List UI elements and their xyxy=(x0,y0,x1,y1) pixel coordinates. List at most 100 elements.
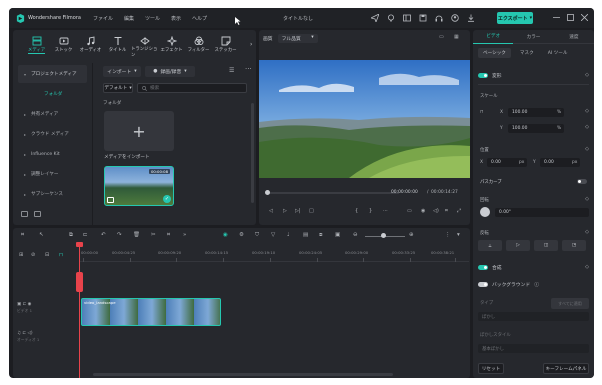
next-frame-icon[interactable]: ▷| xyxy=(295,208,301,214)
tool-transitions[interactable]: トランジション xyxy=(131,32,158,58)
quality-dropdown[interactable]: フル品質 ▾ xyxy=(277,34,318,43)
prev-frame-icon[interactable]: ◁ xyxy=(269,208,273,214)
minimize-icon[interactable] xyxy=(551,12,561,22)
subtitle-icon[interactable]: ▤ xyxy=(303,232,308,238)
shield-icon[interactable]: ⛉ xyxy=(255,232,259,239)
scale-y-field[interactable]: 100.00 xyxy=(508,124,564,133)
zoom-out-icon[interactable]: ⊖ xyxy=(353,232,358,238)
grid-icon[interactable]: ▦ xyxy=(454,34,459,40)
redo-icon[interactable]: ↷ xyxy=(117,232,122,238)
media-scrollbar[interactable] xyxy=(251,103,254,203)
transform-toggle[interactable] xyxy=(478,73,488,78)
sidebar-item-shared-media[interactable]: ▸ 共有メディア xyxy=(18,105,87,123)
keyframe-icon[interactable]: ◇ xyxy=(585,72,589,78)
display-icon[interactable]: ▭ xyxy=(407,208,412,214)
search-input[interactable]: 検索 xyxy=(137,83,247,93)
snapshot-icon[interactable]: ▣ xyxy=(335,232,340,238)
mark-in-icon[interactable]: { xyxy=(355,208,358,214)
menu-view[interactable]: 表示 xyxy=(171,15,181,22)
crop-icon[interactable]: ⌗ xyxy=(167,232,170,239)
crop-icon[interactable]: ⌗ xyxy=(445,208,448,214)
zoom-in-icon[interactable]: ⊕ xyxy=(409,232,414,238)
snap-icon[interactable]: ⊟ xyxy=(45,252,49,258)
image-icon[interactable]: ▭ xyxy=(439,34,444,40)
settings-icon[interactable]: ⚙ xyxy=(239,232,244,238)
tab-color[interactable]: カラー xyxy=(513,34,553,40)
sidebar-folder[interactable]: フォルダ xyxy=(18,85,87,103)
tool-stickers[interactable]: ステッカー xyxy=(212,32,239,58)
keyframe-icon[interactable]: ◇ xyxy=(585,124,589,130)
composite-toggle[interactable] xyxy=(478,265,488,270)
keyframe-icon[interactable]: ◇ xyxy=(585,229,589,235)
subtab-mask[interactable]: マスク xyxy=(515,48,539,58)
maximize-icon[interactable] xyxy=(565,12,575,22)
link-clips-icon[interactable]: ⊘ xyxy=(31,252,35,258)
subtab-basic[interactable]: ベーシック xyxy=(478,48,511,58)
headset-icon[interactable] xyxy=(435,13,443,22)
track-menu-icon[interactable]: ⋮ xyxy=(445,232,451,238)
track-lock-icon[interactable]: ⊏ xyxy=(23,302,27,307)
add-track-icon[interactable]: ⊞ xyxy=(19,252,23,258)
bulb-icon[interactable] xyxy=(387,13,395,22)
menu-tools[interactable]: ツール xyxy=(145,15,160,22)
time-ruler[interactable]: 00:00:00 00:00:04:25 00:00:09:20 00:00:1… xyxy=(79,248,469,262)
multi-track-icon[interactable]: ⧉ xyxy=(69,232,73,239)
rotate-left-button[interactable]: ◫ xyxy=(534,240,558,251)
blur-style-dropdown[interactable]: 基本ぼかし xyxy=(478,344,589,353)
keyframe-icon[interactable]: ◇ xyxy=(585,196,589,202)
playhead[interactable] xyxy=(76,242,83,378)
folder-icon[interactable] xyxy=(34,211,41,217)
volume-icon[interactable]: ◁) xyxy=(433,208,439,214)
sort-dropdown[interactable]: デフォルト ▾ xyxy=(103,83,133,93)
video-clip[interactable]: video_landscape xyxy=(81,298,221,326)
keyframe-icon[interactable]: ◇ xyxy=(585,146,589,152)
tool-filters[interactable]: フィルター xyxy=(185,32,212,58)
import-button[interactable]: インポート ▾ xyxy=(103,66,141,77)
layout-grid-icon[interactable]: ⌗ xyxy=(21,232,24,239)
mute-icon[interactable]: ◁) xyxy=(27,331,32,336)
import-media-card[interactable]: + xyxy=(104,111,174,151)
download-icon[interactable] xyxy=(467,13,475,22)
flip-horizontal-button[interactable]: ⟂ xyxy=(478,240,502,251)
chevron-right-icon[interactable]: › xyxy=(250,41,252,48)
background-toggle[interactable] xyxy=(478,282,488,287)
sidebar-item-cloud-media[interactable]: ▸ クラウド メディア xyxy=(18,125,87,143)
tab-video[interactable]: ビデオ xyxy=(473,30,514,44)
filter-list-icon[interactable]: ☰ xyxy=(229,67,234,74)
rotate-right-button[interactable]: ◳ xyxy=(562,240,586,251)
reset-button[interactable]: リセット xyxy=(478,363,504,374)
timeline-scrollbar[interactable] xyxy=(93,373,393,376)
auto-ripple-icon[interactable]: ◉ xyxy=(223,232,228,238)
type-dropdown[interactable]: ぼかし xyxy=(478,312,589,321)
account-icon[interactable] xyxy=(451,13,459,22)
scrubber-handle[interactable] xyxy=(265,190,270,195)
sidebar-item-influence-kit[interactable]: ▸ Influence Kit xyxy=(18,145,87,163)
scale-x-field[interactable]: 100.00 xyxy=(508,108,564,117)
chevron-down-icon[interactable]: ▾ xyxy=(457,232,460,238)
zoom-slider-handle[interactable] xyxy=(381,233,386,238)
stop-icon[interactable]: □ xyxy=(309,208,314,214)
menu-help[interactable]: ヘルプ xyxy=(192,15,207,22)
play-icon[interactable]: ▷ xyxy=(283,208,287,214)
fullscreen-icon[interactable]: ⤢ xyxy=(457,208,461,214)
keyframe-icon[interactable]: ◇ xyxy=(585,108,589,114)
layout-icon[interactable] xyxy=(403,13,411,22)
snapshot-icon[interactable]: ◉ xyxy=(421,208,425,214)
path-curve-toggle[interactable] xyxy=(577,179,587,184)
tool-audio[interactable]: オーディオ xyxy=(77,32,104,58)
keyframe-panel-button[interactable]: キーフレームパネル xyxy=(543,363,589,374)
layers-icon[interactable]: ⧈ xyxy=(319,232,323,239)
marker-icon[interactable]: ▽ xyxy=(271,232,275,238)
more-tools-icon[interactable]: » xyxy=(183,232,186,238)
menu-edit[interactable]: 編集 xyxy=(124,15,134,22)
track-lock-icon[interactable]: ⊏ xyxy=(22,331,26,336)
tool-stock[interactable]: ストック xyxy=(50,32,77,58)
send-icon[interactable] xyxy=(371,13,379,22)
track-visibility-icon[interactable]: ◉ xyxy=(28,302,32,307)
tab-speed[interactable]: 速度 xyxy=(554,34,594,40)
sidebar-project-media[interactable]: ▾ プロジェクトメディア xyxy=(18,65,87,83)
subtab-ai-tools[interactable]: AI ツール xyxy=(543,48,573,58)
rotate-field[interactable]: 0.00° xyxy=(495,208,589,217)
select-tool-icon[interactable]: ↖ xyxy=(39,232,44,238)
more-icon[interactable]: ··· xyxy=(245,65,252,73)
